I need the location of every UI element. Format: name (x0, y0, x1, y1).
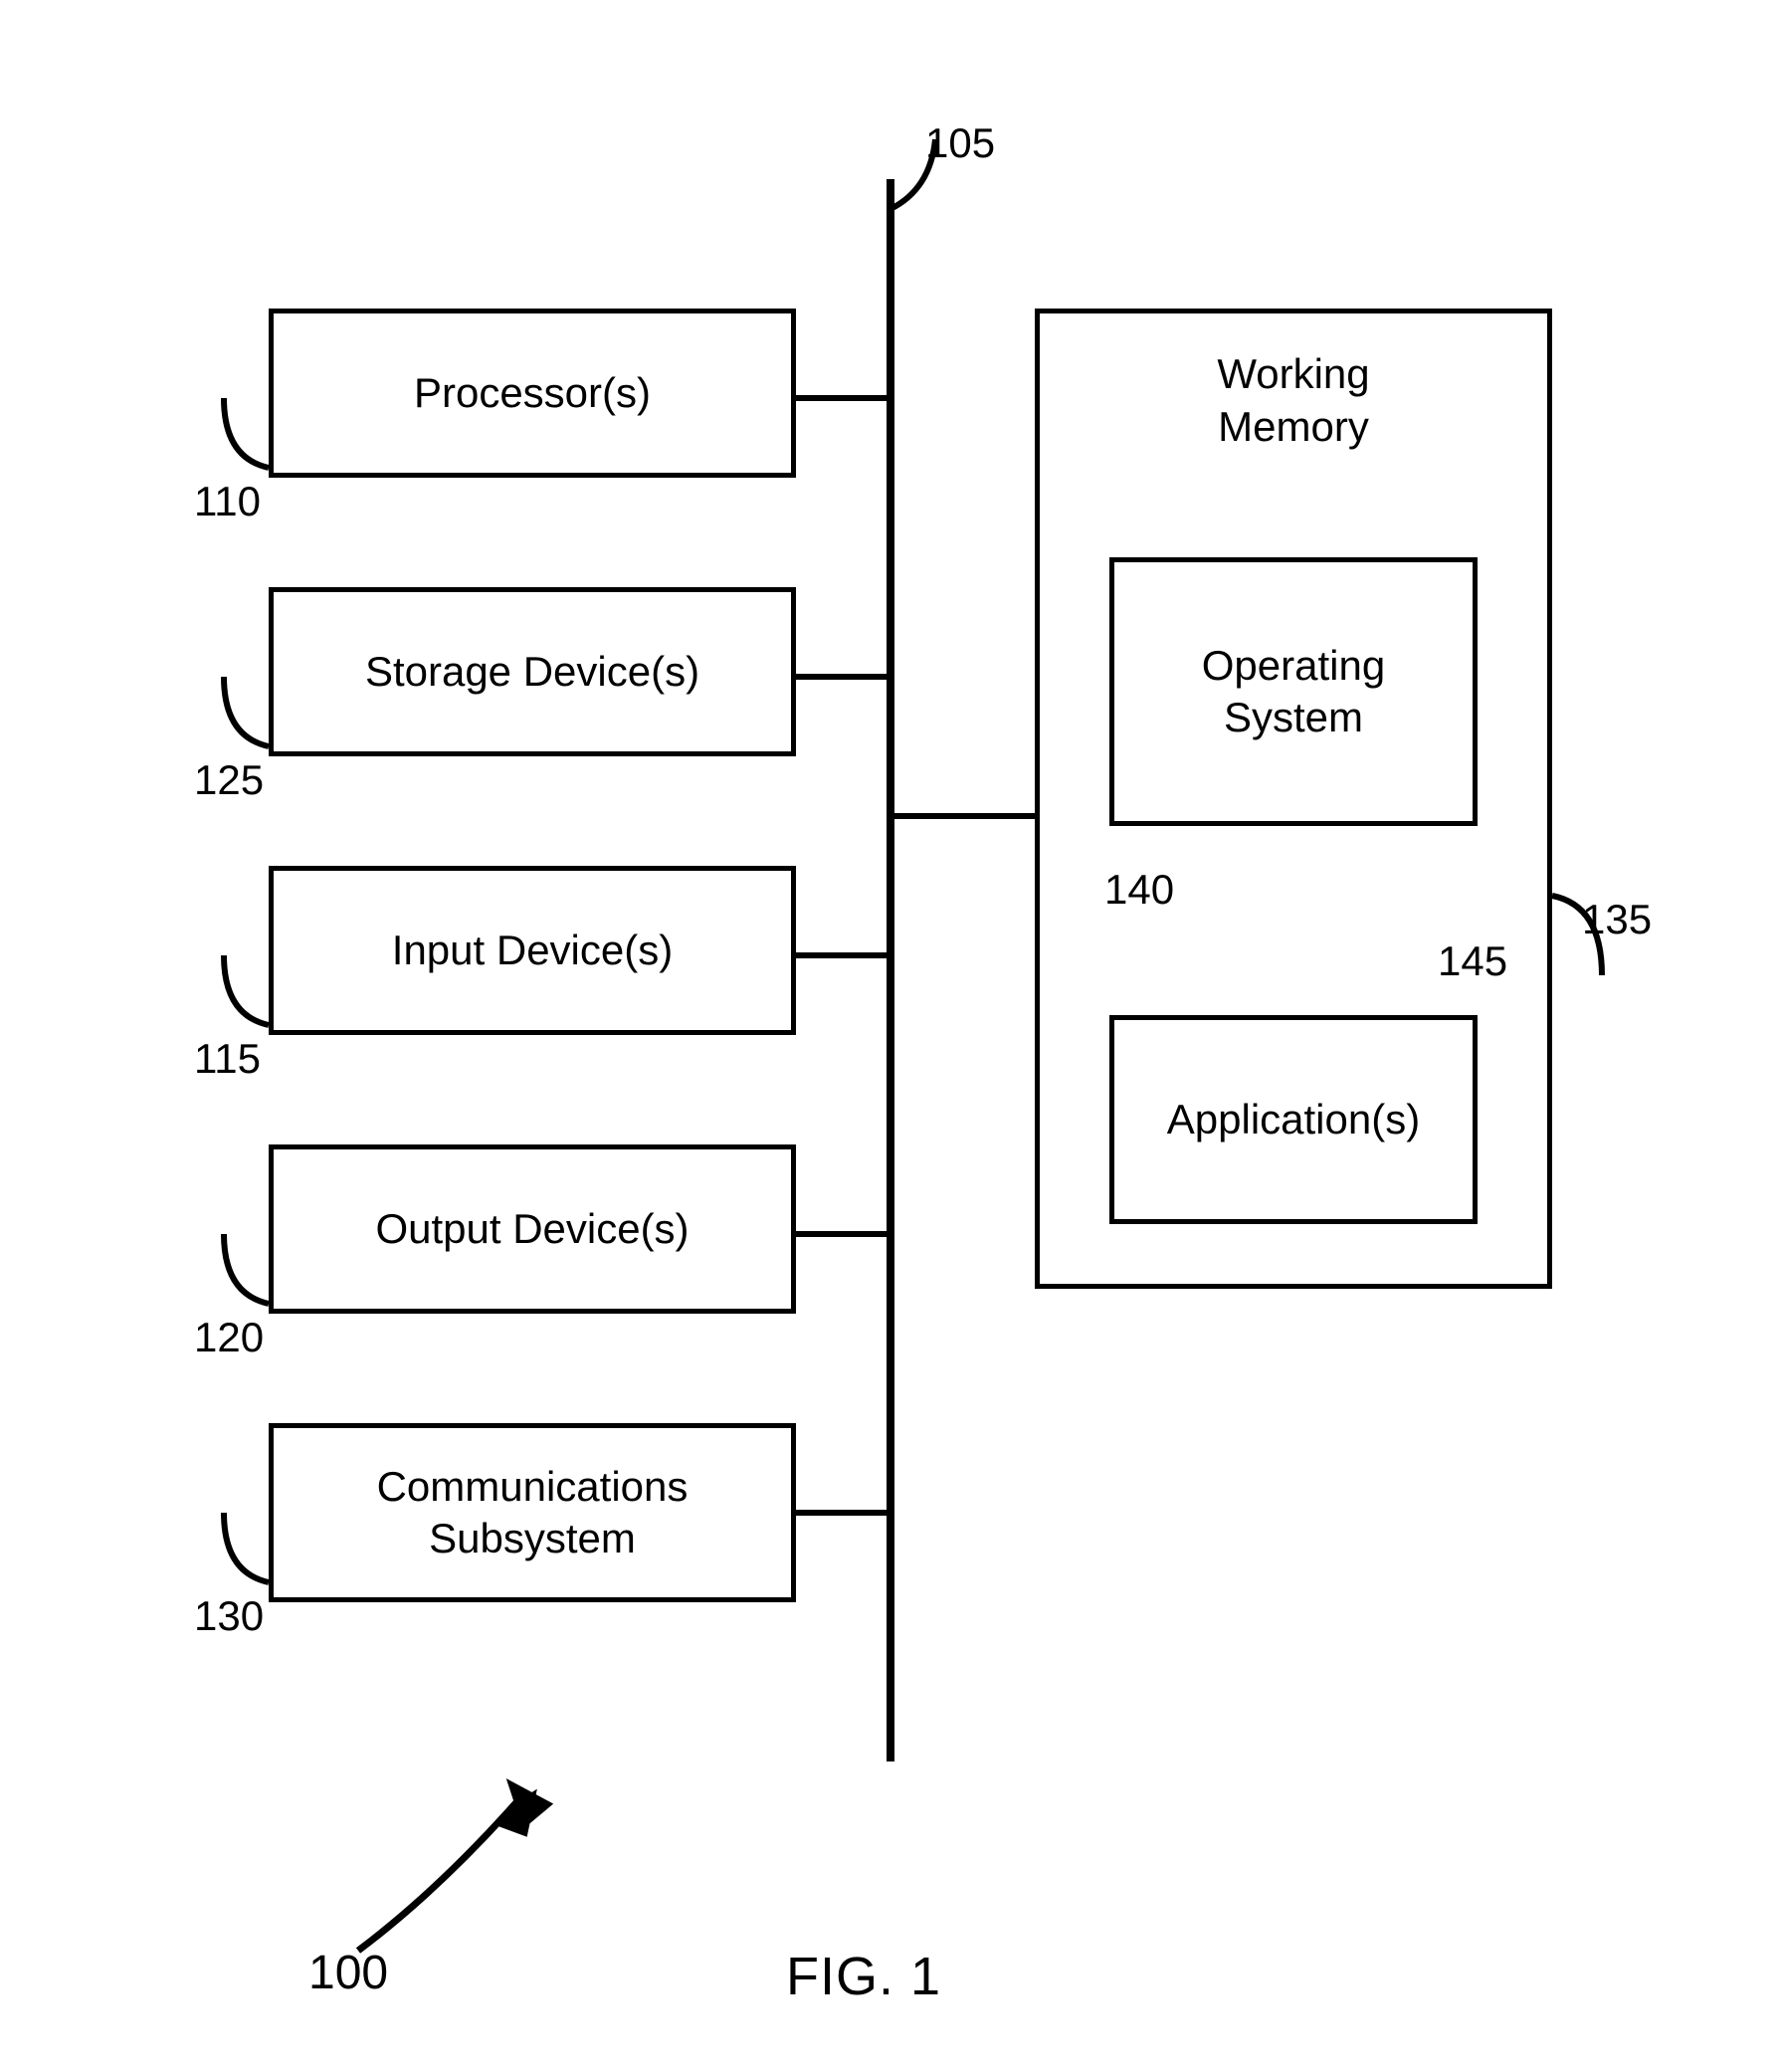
box-processors: Processor(s) (269, 309, 796, 478)
box-comm: Communications Subsystem (269, 1423, 796, 1602)
box-input: Input Device(s) (269, 866, 796, 1035)
ref-105: 105 (925, 119, 995, 167)
box-processors-label: Processor(s) (414, 367, 651, 420)
box-input-label: Input Device(s) (392, 925, 673, 977)
ref-135: 135 (1582, 896, 1652, 943)
box-comm-label: Communications Subsystem (377, 1461, 689, 1565)
ref-145: 145 (1438, 937, 1507, 985)
ref-100: 100 (308, 1946, 388, 2000)
ref-hook-125 (224, 677, 269, 746)
box-os-label: Operating System (1202, 640, 1385, 744)
box-storage: Storage Device(s) (269, 587, 796, 756)
ref-hook-110 (224, 398, 269, 468)
ref-hook-115 (224, 955, 269, 1025)
box-apps-label: Application(s) (1167, 1094, 1420, 1146)
box-working-memory-label: Working Memory (1217, 348, 1369, 453)
ref-hook-120 (224, 1234, 269, 1304)
diagram-stage: Processor(s) Storage Device(s) Input Dev… (0, 0, 1780, 2072)
box-apps: Application(s) (1109, 1015, 1478, 1224)
figure-caption: FIG. 1 (786, 1946, 941, 2007)
box-storage-label: Storage Device(s) (365, 646, 699, 699)
box-os: Operating System (1109, 557, 1478, 826)
ref-115: 115 (194, 1035, 261, 1083)
box-output-label: Output Device(s) (375, 1203, 689, 1256)
ref-110: 110 (194, 478, 261, 525)
ref-120: 120 (194, 1314, 264, 1361)
ref-hook-130 (224, 1513, 269, 1582)
ref-130: 130 (194, 1592, 264, 1640)
box-output: Output Device(s) (269, 1144, 796, 1314)
ref-140: 140 (1104, 866, 1174, 914)
ref-arrow-100-shaft (358, 1801, 517, 1951)
ref-125: 125 (194, 756, 264, 804)
